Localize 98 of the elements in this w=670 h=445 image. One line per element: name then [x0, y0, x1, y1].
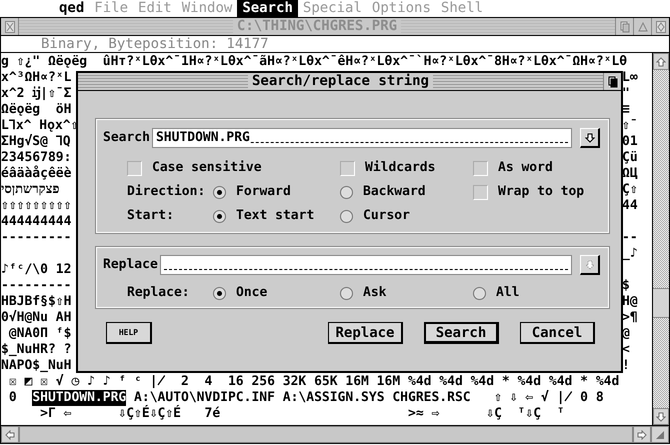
- down-arrow-icon: [584, 260, 594, 270]
- option-label: Cursor: [363, 208, 410, 224]
- minimize-button[interactable]: [633, 18, 651, 35]
- binary-text: !: [622, 358, 631, 374]
- scroll-right-button[interactable]: [633, 426, 651, 443]
- binary-text: --: [622, 230, 639, 246]
- option-label: Ask: [363, 285, 386, 301]
- scroll-down-button[interactable]: [653, 408, 669, 425]
- option-label: All: [496, 285, 520, 301]
- binary-text: éâäàåçêëè: [1, 166, 72, 182]
- option-label: Replace:: [127, 285, 191, 301]
- binary-text: ⇧¯: [622, 118, 639, 134]
- left-arrow-icon: [5, 430, 15, 440]
- binary-text: A:\AUTO\NVDIPC.INF A:\ASSIGN.SYS CHGRES.RSC ⇧ ⇩ ⇦ √ ∤ 0 8: [133, 390, 604, 405]
- fuller-button[interactable]: [651, 18, 669, 35]
- field-label: Search: [103, 130, 150, 146]
- info-line: Binary, Byteposition: 14177: [1, 36, 669, 53]
- triangle-icon: [638, 20, 648, 32]
- binary-text: יסןתשרקצפ: [1, 182, 60, 198]
- radio-button[interactable]: [213, 210, 226, 222]
- binary-text: x^³ΩH∝?ˣL: [1, 70, 72, 86]
- binary-text: 0: [8, 390, 18, 406]
- down-arrow-icon: [656, 412, 666, 422]
- resize-icon: [655, 430, 665, 440]
- option-label: Backward: [363, 184, 426, 200]
- iconify-button[interactable]: [603, 73, 621, 90]
- option-label: Once: [236, 285, 268, 301]
- binary-text: g ⇧¿" Ωëǫëg ûHт?ˣLθx^¯1H∝?ˣLθx^¯ãH∝?ˣLθx^¯êH∝?ˣLθx^¯`H∝?ˣLθx^¯8H∝?ˣLθx^¯ΩH∝?ˣLθ: [1, 54, 628, 70]
- option-label: Wildcards: [365, 160, 436, 176]
- fuller-icon: [656, 20, 666, 32]
- binary-text: $_NuHR? ?: [1, 342, 72, 358]
- binary-text: x^2 ĳ|⇧¯Σ: [1, 86, 72, 102]
- text-field[interactable]: [160, 255, 572, 275]
- dialog-title: Search/replace string: [248, 73, 433, 89]
- option-label: Start:: [127, 208, 175, 224]
- menu-item[interactable]: qed: [54, 0, 90, 17]
- help-button[interactable]: HELP: [106, 322, 152, 344]
- binary-text: ---------: [1, 278, 72, 294]
- dialog-button[interactable]: Search: [424, 322, 499, 344]
- binary-text: H@: [622, 294, 639, 310]
- binary-text: Çü: [622, 150, 639, 166]
- checkbox[interactable]: [473, 184, 488, 200]
- dialog-button[interactable]: Replace: [328, 322, 403, 344]
- radio-button[interactable]: [340, 210, 353, 222]
- option-label: As word: [498, 160, 553, 176]
- window-title: C:\THING\CHGRES.PRG: [232, 18, 402, 34]
- up-arrow-icon: [656, 56, 666, 66]
- radio-button[interactable]: [340, 186, 353, 198]
- scroll-thumb[interactable]: [653, 288, 669, 318]
- field-label: Replace: [103, 257, 158, 273]
- down-arrow-icon: [584, 132, 594, 142]
- binary-text: >Γ ⇦ ⇩Ç⇧É⇩Ç⇧É 7é >≈ ⇨ ⇩Ç ᵀ⇩Ç ᵀ: [39, 406, 565, 422]
- text-field[interactable]: SHUTDOWN.PRG: [152, 128, 572, 148]
- size-button[interactable]: [651, 426, 669, 443]
- scroll-up-button[interactable]: [653, 53, 669, 70]
- checkbox[interactable]: [473, 160, 488, 176]
- binary-text: >¶: [622, 310, 639, 326]
- binary-text: Ωëǫëg öH: [1, 102, 72, 118]
- option-label: Forward: [236, 184, 291, 200]
- binary-text: @NA0Π ᶠ$: [8, 326, 72, 342]
- binary-text: <: [622, 342, 631, 358]
- radio-button[interactable]: [340, 286, 353, 300]
- radio-button[interactable]: [473, 286, 486, 300]
- binary-text: ": [622, 86, 631, 102]
- binary-text: 44: [622, 198, 639, 214]
- checkbox[interactable]: [340, 160, 355, 176]
- binary-text: HBJBf§$⇧H: [1, 294, 72, 310]
- option-label: Text start: [236, 208, 314, 224]
- highlighted-text: SHUTDOWN.PRG: [32, 390, 126, 406]
- option-label: Wrap to top: [498, 184, 584, 200]
- binary-text: 01: [622, 134, 639, 150]
- option-label: Direction:: [127, 184, 206, 200]
- radio-button[interactable]: [213, 186, 226, 198]
- menu-item[interactable]: Search: [237, 0, 298, 17]
- binary-text: 0√H@Nu AH: [1, 310, 72, 326]
- option-label: Case sensitive: [152, 160, 262, 176]
- binary-text: ---------: [1, 230, 72, 246]
- window-stack-icon: [620, 20, 630, 32]
- binary-text: ♪ᶠᶜ/\0 12: [1, 262, 72, 278]
- binary-text: ☒ ◩ ☒ √ ◷ ♪ ♪ ᶠ ᶜ ∤ 2 4 16 256 32K 65K 16M 16M %4d %4d %4d * %4d %4d * %4d: [8, 374, 620, 390]
- binary-text: Ç⇧: [622, 182, 639, 198]
- binary-text: 23456789:: [1, 150, 72, 166]
- binary-text: L⅂x^ Hǫx^⇧: [1, 118, 77, 134]
- checkbox[interactable]: [127, 160, 142, 176]
- close-icon: [4, 20, 14, 32]
- binary-text: ΣHg√S@ ⅂Q: [1, 134, 72, 150]
- radio-button[interactable]: [213, 286, 226, 300]
- binary-text: L∞: [622, 70, 639, 86]
- scroll-left-button[interactable]: [1, 426, 19, 443]
- binary-text: NAPO$_NuH: [1, 358, 72, 374]
- binary-text: ⇧⇧⇧⇧⇧⇧⇧⇧⇧: [1, 198, 72, 214]
- binary-text: ΩЦ: [622, 166, 639, 182]
- right-arrow-icon: [637, 430, 647, 440]
- binary-text: 444444444: [1, 214, 72, 230]
- binary-text: $: [622, 278, 631, 294]
- window-stack-icon: [608, 76, 618, 88]
- history-button[interactable]: [580, 128, 600, 148]
- dialog-button[interactable]: Cancel: [520, 322, 595, 344]
